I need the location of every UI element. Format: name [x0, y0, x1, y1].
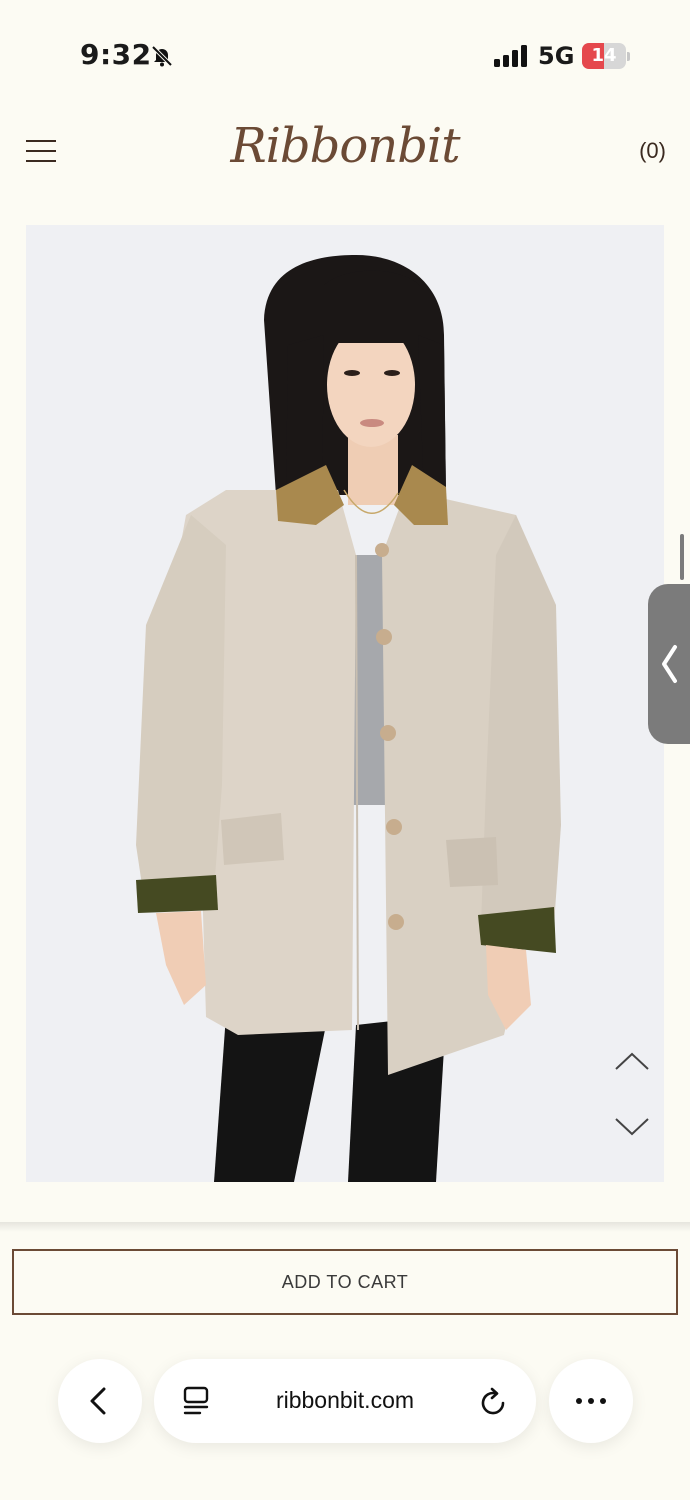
- back-icon: [90, 1387, 106, 1415]
- more-button[interactable]: [549, 1359, 633, 1443]
- battery-cap: [627, 52, 630, 61]
- bell-off-icon: [151, 45, 173, 67]
- cart-count[interactable]: (0): [639, 138, 666, 164]
- arrow-up-icon[interactable]: [614, 1049, 650, 1073]
- battery-level: 14: [591, 45, 617, 66]
- back-button[interactable]: [58, 1359, 142, 1443]
- reload-icon[interactable]: [479, 1384, 509, 1418]
- status-time: 9:32: [80, 38, 152, 71]
- site-header: Ribbonbit (0): [0, 110, 690, 200]
- model-photo: [136, 255, 561, 1182]
- signal-icon: [494, 45, 527, 67]
- more-icon: [576, 1398, 606, 1404]
- side-handle-line: [680, 534, 684, 580]
- brand-logo[interactable]: Ribbonbit: [0, 118, 690, 174]
- status-bar: 9:32 5G 14: [0, 0, 690, 110]
- side-panel-handle[interactable]: [648, 584, 690, 744]
- network-type: 5G: [538, 42, 575, 70]
- arrow-down-icon[interactable]: [614, 1115, 650, 1139]
- address-bar[interactable]: ribbonbit.com: [154, 1359, 536, 1443]
- battery-icon: 14: [582, 43, 626, 69]
- product-image[interactable]: [26, 225, 664, 1182]
- side-panel-chevron-icon: [662, 645, 677, 683]
- separator: [0, 1222, 690, 1232]
- browser-toolbar: ribbonbit.com: [0, 1345, 690, 1500]
- add-to-cart-button[interactable]: ADD TO CART: [12, 1249, 678, 1315]
